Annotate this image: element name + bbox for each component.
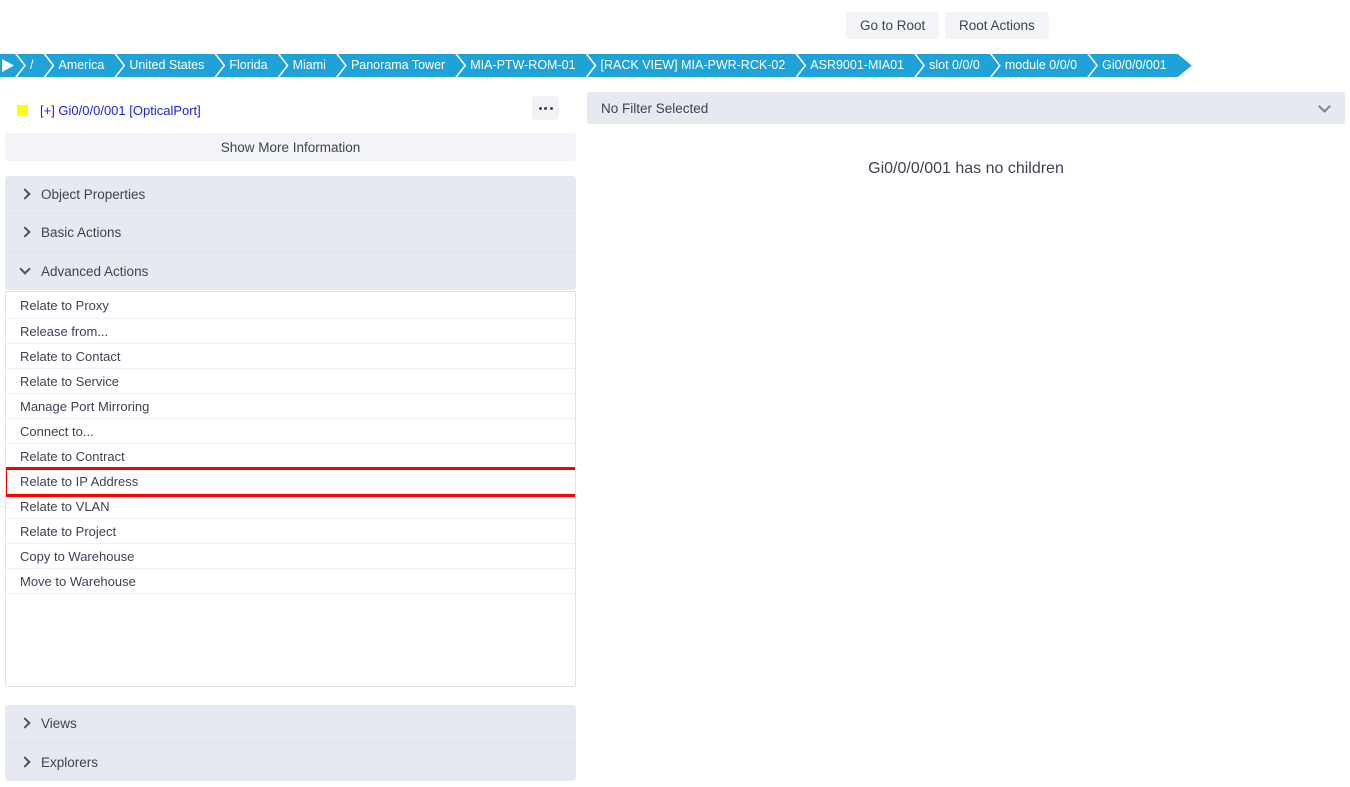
breadcrumb-item[interactable]: Florida: [215, 54, 279, 77]
breadcrumb-item[interactable]: module 0/0/0: [990, 54, 1089, 77]
children-panel: No Filter Selected Gi0/0/0/001 has no ch…: [587, 92, 1345, 178]
breadcrumb-end-cap-icon: [1177, 54, 1192, 77]
accordion-label: Basic Actions: [41, 225, 122, 240]
accordion-group-bottom: Views Explorers: [5, 705, 576, 781]
selected-object-header: [+] Gi0/0/0/001 [OpticalPort]: [5, 92, 576, 128]
accordion-label: Views: [41, 716, 77, 731]
accordion-header-views[interactable]: Views: [5, 705, 576, 743]
more-options-button[interactable]: [532, 96, 559, 120]
accordion-header-explorers[interactable]: Explorers: [5, 743, 576, 781]
accordion-header-basic-actions[interactable]: Basic Actions: [5, 214, 576, 252]
accordion-header-advanced-actions[interactable]: Advanced Actions: [5, 252, 576, 290]
filter-select-value: No Filter Selected: [601, 100, 709, 116]
accordion-group-top: Object Properties Basic Actions Advanced A…: [5, 176, 576, 290]
go-to-root-button[interactable]: Go to Root: [846, 12, 940, 39]
filter-select[interactable]: No Filter Selected: [587, 92, 1345, 124]
action-list-item[interactable]: Relate to VLAN: [6, 494, 575, 519]
action-list-item[interactable]: Relate to Service: [6, 369, 575, 394]
action-list-item[interactable]: Relate to Contract: [6, 444, 575, 469]
action-list-item[interactable]: Relate to Proxy: [6, 292, 575, 319]
accordion-label: Explorers: [41, 754, 99, 770]
action-list-item[interactable]: Manage Port Mirroring: [6, 394, 575, 419]
breadcrumb-item[interactable]: [RACK VIEW] MIA-PWR-RCK-02: [586, 54, 797, 77]
breadcrumb-item[interactable]: United States: [115, 54, 216, 77]
selected-object-label[interactable]: [+] Gi0/0/0/001 [OpticalPort]: [40, 103, 201, 118]
breadcrumb-item[interactable]: /: [16, 54, 45, 77]
object-detail-panel: [+] Gi0/0/0/001 [OpticalPort] Show More …: [5, 92, 576, 781]
breadcrumb-item[interactable]: Panorama Tower: [336, 54, 457, 77]
accordion-header-object-properties[interactable]: Object Properties: [5, 176, 576, 214]
empty-state-message: Gi0/0/0/001 has no children: [868, 160, 1064, 177]
accordion-label: Object Properties: [41, 187, 146, 202]
breadcrumb-item[interactable]: MIA-PTW-ROM-01: [456, 54, 587, 77]
chevron-right-icon: [19, 717, 31, 729]
chevron-right-icon: [19, 755, 31, 768]
action-list-item[interactable]: Relate to Contact: [6, 344, 575, 369]
dot-icon: [549, 106, 553, 110]
action-list-item[interactable]: Relate to IP Address: [6, 469, 575, 494]
action-list-item[interactable]: Move to Warehouse: [6, 569, 575, 594]
action-list-item[interactable]: Release from...: [6, 319, 575, 344]
chevron-right-icon: [19, 226, 31, 238]
breadcrumb-item[interactable]: slot 0/0/0: [915, 54, 991, 77]
top-action-bar: Go to Root Root Actions: [0, 0, 1350, 50]
breadcrumb-item[interactable]: ASR9001-MIA01: [796, 54, 916, 77]
action-list-item[interactable]: Relate to Project: [6, 519, 575, 544]
advanced-actions-list: Relate to Proxy Release from... Relate to …: [5, 291, 576, 687]
action-list-item[interactable]: Connect to...: [6, 419, 575, 444]
breadcrumb-item[interactable]: America: [44, 54, 116, 77]
root-actions-button[interactable]: Root Actions: [945, 12, 1049, 39]
dot-icon: [538, 106, 542, 110]
breadcrumb-item[interactable]: Miami: [278, 54, 337, 77]
chevron-down-icon: [19, 263, 31, 275]
breadcrumb-item[interactable]: Gi0/0/0/001: [1088, 54, 1178, 77]
status-square-icon: [17, 104, 28, 116]
chevron-right-icon: [19, 188, 31, 200]
show-more-information-button[interactable]: Show More Information: [5, 133, 576, 161]
breadcrumb-root-arrow-icon: [0, 54, 16, 77]
action-list-item[interactable]: Copy to Warehouse: [6, 544, 575, 569]
chevron-down-icon: [1318, 100, 1331, 113]
accordion-label: Advanced Actions: [41, 263, 149, 279]
dot-icon: [544, 106, 547, 110]
breadcrumb: / America United States Florida Miami Panoram…: [0, 54, 1192, 77]
